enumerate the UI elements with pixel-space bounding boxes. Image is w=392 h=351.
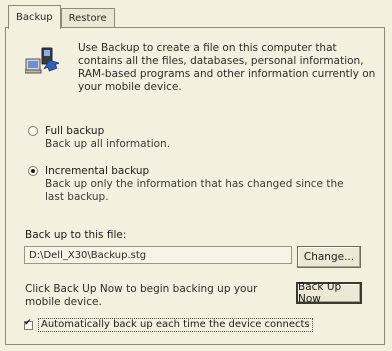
back-up-now-button[interactable]: Back Up Now: [296, 281, 362, 305]
incremental-backup-subtitle: Back up only the information that has ch…: [45, 178, 344, 203]
full-backup-option[interactable]: Full backup Back up all information.: [28, 125, 355, 151]
incremental-backup-option[interactable]: Incremental backup Back up only the info…: [28, 165, 355, 204]
auto-backup-label: Automatically back up each time the devi…: [38, 318, 313, 332]
full-backup-radio[interactable]: [28, 126, 38, 136]
incremental-backup-title: Incremental backup: [45, 165, 150, 177]
backup-now-note: Click Back Up Now to begin backing up yo…: [25, 283, 258, 308]
tab-restore[interactable]: Restore: [60, 8, 115, 28]
backup-dialog: Backup Restore Use Backup to create a fi…: [0, 0, 392, 351]
tab-backup[interactable]: Backup: [8, 5, 61, 29]
auto-backup-checkbox[interactable]: [24, 318, 33, 330]
auto-backup-option[interactable]: Automatically back up each time the devi…: [24, 318, 313, 332]
backup-icon: [25, 47, 59, 74]
full-backup-title: Full backup: [45, 125, 105, 137]
change-button[interactable]: Change...: [297, 246, 361, 268]
incremental-backup-radio[interactable]: [28, 166, 38, 176]
backup-file-path-input[interactable]: [24, 246, 292, 264]
tab-strip: Backup Restore: [8, 5, 115, 29]
full-backup-subtitle: Back up all information.: [45, 138, 171, 150]
backup-file-label: Back up to this file:: [25, 229, 127, 241]
backup-description: Use Backup to create a file on this comp…: [78, 42, 376, 93]
